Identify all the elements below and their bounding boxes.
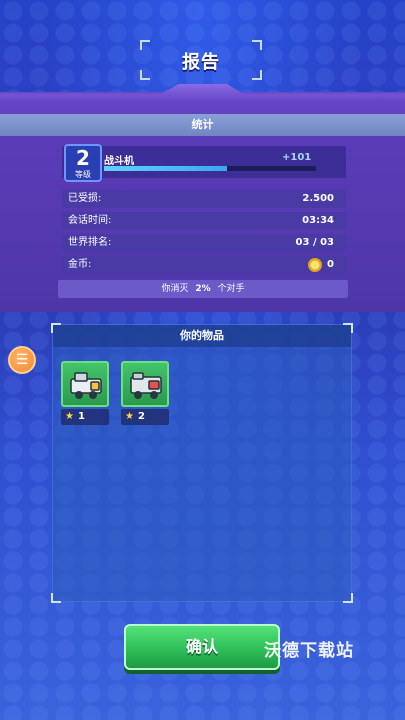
- level-number: 2: [76, 146, 90, 170]
- destroy-prefix: 你消灭: [161, 284, 189, 294]
- coin-icon: [308, 258, 322, 272]
- confirm-button[interactable]: 确认: [124, 624, 280, 670]
- item-count: 2: [137, 411, 145, 422]
- stat-value: 0: [327, 259, 334, 270]
- rank-name: 战斗机: [104, 156, 134, 167]
- destroy-percent: 2%: [195, 284, 211, 294]
- destroy-suffix: 个对手: [217, 284, 245, 294]
- stat-label: 会话时间:: [68, 215, 112, 226]
- item-count-badge: ★ 2: [121, 409, 169, 425]
- stat-row-damage: 已受损: 2.500: [62, 190, 346, 208]
- stat-value: 2.500: [302, 193, 334, 204]
- item-card[interactable]: ★ 1: [61, 361, 109, 425]
- xp-gain: +101: [282, 152, 312, 163]
- stat-row-coins: 金币: 0: [62, 256, 346, 274]
- watermark-text: 沃德下载站: [264, 641, 354, 661]
- stats-section-title: 统计: [0, 114, 405, 136]
- robot-part-red-icon: [121, 361, 169, 407]
- robot-part-green-icon: [61, 361, 109, 407]
- stat-label: 金币:: [68, 259, 92, 270]
- xp-progress-fill: [104, 166, 227, 171]
- star-icon: ★: [65, 411, 74, 422]
- level-badge: 2 等级: [64, 144, 102, 182]
- item-count: 1: [77, 411, 85, 422]
- items-panel-title: 你的物品: [53, 325, 351, 347]
- xp-progress-bar: [104, 166, 316, 171]
- destroy-summary: 你消灭 2% 个对手: [58, 280, 348, 298]
- item-count-badge: ★ 1: [61, 409, 109, 425]
- stat-label: 世界排名:: [68, 237, 112, 248]
- stat-label: 已受损:: [68, 193, 102, 204]
- stat-row-world-rank: 世界排名: 03 / 03: [62, 234, 346, 252]
- item-card[interactable]: ★ 2: [121, 361, 169, 425]
- items-panel: 你的物品 ★ 1 ★ 2: [51, 323, 353, 603]
- menu-button[interactable]: ☰: [8, 346, 36, 374]
- page-title: 报告: [182, 52, 220, 73]
- level-label: 等级: [75, 170, 91, 179]
- stat-value: 03:34: [302, 215, 334, 226]
- stat-value: 03 / 03: [295, 237, 334, 248]
- title-frame: 报告: [140, 40, 262, 80]
- stat-row-session-time: 会话时间: 03:34: [62, 212, 346, 230]
- list-icon: ☰: [15, 352, 29, 368]
- star-icon: ★: [125, 411, 134, 422]
